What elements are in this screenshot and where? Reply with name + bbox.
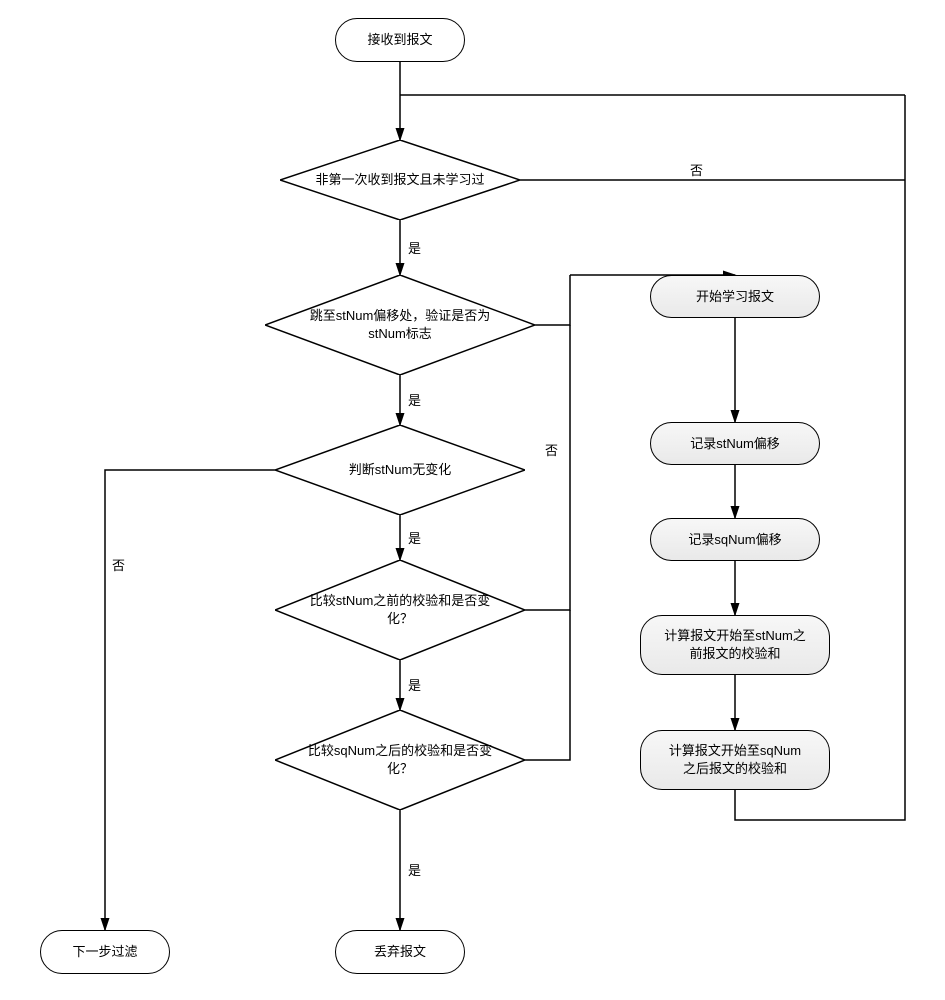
endDrop-label: 丢弃报文 (374, 943, 426, 961)
start-node: 接收到报文 (335, 18, 465, 62)
p2-label: 记录stNum偏移 (690, 435, 780, 453)
d2-label: 跳至stNum偏移处，验证是否为 stNum标志 (310, 307, 491, 342)
decision-stnum-offset: 跳至stNum偏移处，验证是否为 stNum标志 (265, 275, 535, 375)
end-next-filter: 下一步过滤 (40, 930, 170, 974)
process-calc-checksum-after: 计算报文开始至sqNum 之后报文的校验和 (640, 730, 830, 790)
p5-label: 计算报文开始至sqNum 之后报文的校验和 (669, 742, 801, 777)
d4-yes-label: 是 (408, 675, 421, 694)
start-label: 接收到报文 (367, 31, 432, 49)
d5-yes-label: 是 (408, 860, 421, 879)
d5-label: 比较sqNum之后的校验和是否变 化？ (308, 742, 492, 777)
endNext-label: 下一步过滤 (72, 943, 137, 961)
p1-label: 开始学习报文 (696, 288, 774, 306)
d3-yes-label: 是 (408, 528, 421, 547)
process-start-learning: 开始学习报文 (650, 275, 820, 318)
end-drop: 丢弃报文 (335, 930, 465, 974)
d2-no-label: 否 (545, 440, 558, 459)
decision-checksum-before: 比较stNum之前的校验和是否变 化？ (275, 560, 525, 660)
d1-label: 非第一次收到报文且未学习过 (315, 171, 484, 189)
d1-no-label: 否 (690, 160, 703, 179)
process-calc-checksum-before: 计算报文开始至stNum之 前报文的校验和 (640, 615, 830, 675)
decision-checksum-after: 比较sqNum之后的校验和是否变 化？ (275, 710, 525, 810)
d1-yes-label: 是 (408, 238, 421, 257)
decision-stnum-unchanged: 判断stNum无变化 (275, 425, 525, 515)
d3-no-label: 否 (112, 555, 125, 574)
decision-not-first-unlearned: 非第一次收到报文且未学习过 (280, 140, 520, 220)
p3-label: 记录sqNum偏移 (688, 531, 781, 549)
d4-label: 比较stNum之前的校验和是否变 化？ (310, 592, 491, 627)
d2-yes-label: 是 (408, 390, 421, 409)
process-record-stnum-offset: 记录stNum偏移 (650, 422, 820, 465)
d3-label: 判断stNum无变化 (349, 461, 452, 479)
process-record-sqnum-offset: 记录sqNum偏移 (650, 518, 820, 561)
flowchart-canvas: 接收到报文 非第一次收到报文且未学习过 跳至stNum偏移处，验证是否为 stN… (0, 0, 945, 1000)
p4-label: 计算报文开始至stNum之 前报文的校验和 (664, 627, 806, 662)
